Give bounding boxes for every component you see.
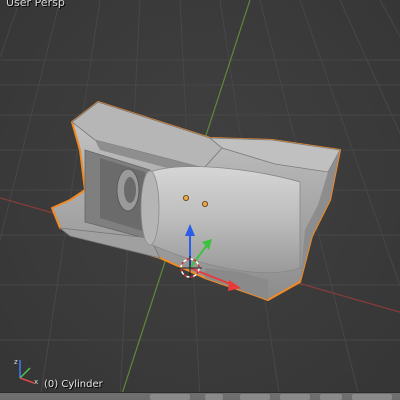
header-button[interactable] bbox=[280, 394, 310, 400]
header-button[interactable] bbox=[352, 394, 392, 400]
header-button[interactable] bbox=[150, 394, 190, 400]
3d-viewport[interactable]: z x User Persp (0) Cylinder bbox=[0, 0, 400, 400]
viewport-header bbox=[0, 392, 400, 400]
header-button[interactable] bbox=[205, 394, 223, 400]
svg-text:z: z bbox=[14, 358, 18, 366]
axis-orientation-icon: z x bbox=[14, 358, 38, 386]
object-label: (0) Cylinder bbox=[44, 379, 103, 390]
header-button[interactable] bbox=[240, 394, 270, 400]
header-button[interactable] bbox=[320, 394, 342, 400]
svg-text:x: x bbox=[34, 378, 38, 386]
view-label: User Persp bbox=[6, 0, 65, 9]
scene-canvas[interactable]: z x bbox=[0, 0, 400, 400]
